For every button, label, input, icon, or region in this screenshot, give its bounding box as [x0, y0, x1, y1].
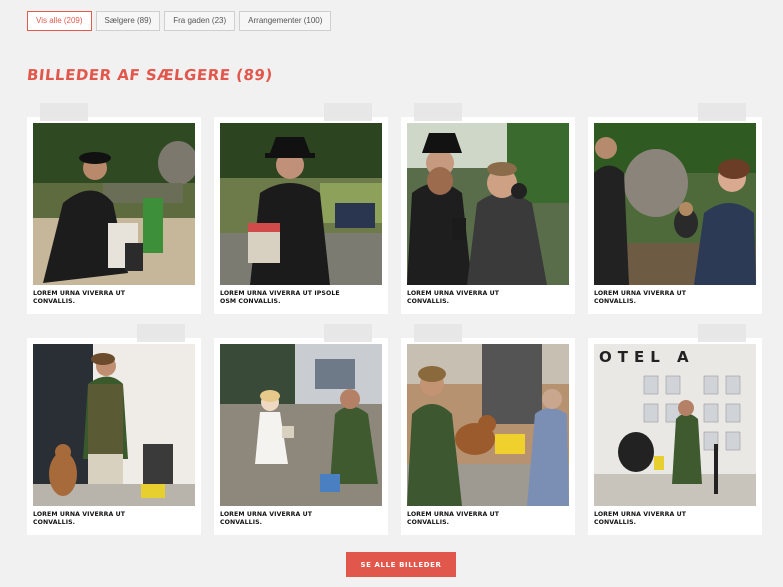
- photo-card[interactable]: Lorem urna viverra ut ipsole osm convall…: [214, 103, 388, 314]
- section-heading: Billeder af sælgere (89): [26, 66, 274, 84]
- photo[interactable]: [220, 344, 382, 506]
- photo[interactable]: [407, 123, 569, 285]
- photo-caption: Lorem urna viverra ut convallis.: [594, 511, 687, 526]
- photo-caption: Lorem urna viverra ut ipsole osm convall…: [220, 290, 340, 305]
- photo[interactable]: [33, 344, 195, 506]
- photo-caption: Lorem urna viverra ut convallis.: [33, 290, 126, 305]
- photo-caption: Lorem urna viverra ut convallis.: [220, 511, 313, 526]
- filter-tab-sellers[interactable]: Sælgere (89): [95, 11, 161, 31]
- tape-decoration: [324, 324, 372, 342]
- photo-card[interactable]: Lorem urna viverra ut convallis.: [401, 103, 575, 314]
- filter-tab-street[interactable]: Fra gaden (23): [164, 11, 236, 31]
- photo-grid: Lorem urna viverra ut convallis. Lorem u…: [27, 103, 762, 535]
- tape-decoration: [414, 324, 462, 342]
- filter-tabs: Vis alle (209) Sælgere (89) Fra gaden (2…: [27, 11, 332, 31]
- photo-caption: Lorem urna viverra ut convallis.: [33, 511, 126, 526]
- tape-decoration: [414, 103, 462, 121]
- photo[interactable]: [594, 123, 756, 285]
- photo-card[interactable]: Lorem urna viverra ut convallis.: [588, 103, 762, 314]
- tape-decoration: [698, 324, 746, 342]
- photo[interactable]: [407, 344, 569, 506]
- photo-card[interactable]: Lorem urna viverra ut convallis.: [214, 324, 388, 535]
- tape-decoration: [698, 103, 746, 121]
- tape-decoration: [40, 103, 88, 121]
- photo-caption: Lorem urna viverra ut convallis.: [594, 290, 687, 305]
- tape-decoration: [137, 324, 185, 342]
- filter-tab-events[interactable]: Arrangementer (100): [239, 11, 332, 31]
- photo-card[interactable]: Lorem urna viverra ut convallis.: [401, 324, 575, 535]
- filter-tab-all[interactable]: Vis alle (209): [27, 11, 92, 31]
- photo[interactable]: OTEL A: [594, 344, 756, 506]
- photo[interactable]: [33, 123, 195, 285]
- hotel-sign-text: OTEL A: [599, 348, 695, 366]
- tape-decoration: [324, 103, 372, 121]
- photo-caption: Lorem urna viverra ut convallis.: [407, 290, 500, 305]
- photo-card[interactable]: Lorem urna viverra ut convallis.: [27, 103, 201, 314]
- see-all-button[interactable]: Se alle billeder: [346, 552, 456, 577]
- photo-caption: Lorem urna viverra ut convallis.: [407, 511, 500, 526]
- photo-card[interactable]: Lorem urna viverra ut convallis.: [27, 324, 201, 535]
- photo[interactable]: [220, 123, 382, 285]
- photo-card[interactable]: OTEL A Lorem urna viverra ut convallis.: [588, 324, 762, 535]
